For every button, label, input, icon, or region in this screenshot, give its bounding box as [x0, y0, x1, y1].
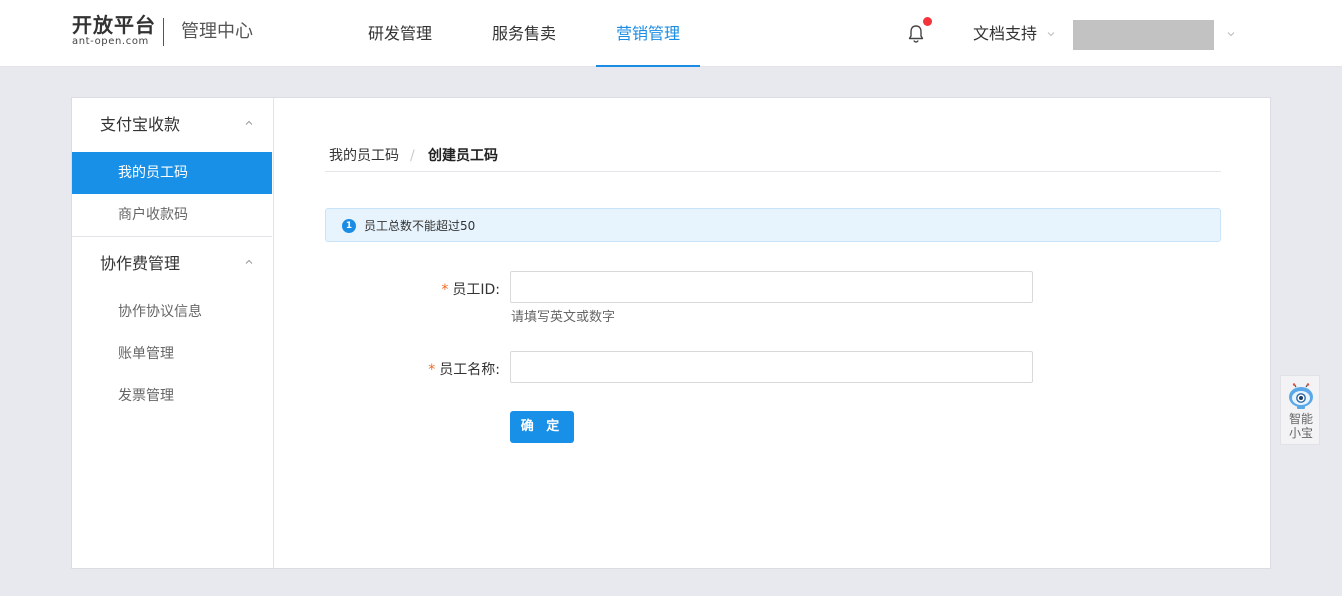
employee-id-label-text: 员工ID: [452, 282, 500, 298]
sidebar-group-collaboration-fees[interactable]: 协作费管理 [72, 237, 272, 291]
logo-divider [163, 18, 164, 46]
employee-name-label: * 员工名称: [320, 360, 500, 380]
info-alert: 1 员工总数不能超过50 [325, 208, 1221, 242]
alert-text: 员工总数不能超过50 [364, 219, 476, 233]
sidebar: 支付宝收款 我的员工码 商户收款码 协作费管理 协作协议信息 账单管理 发票管理 [72, 98, 274, 568]
sidebar-item-my-employee-code[interactable]: 我的员工码 [72, 152, 272, 194]
docs-support-menu[interactable]: 文档支持 [973, 22, 1037, 46]
main-card: 支付宝收款 我的员工码 商户收款码 协作费管理 协作协议信息 账单管理 发票管理… [71, 97, 1271, 569]
user-account-redacted[interactable] [1073, 20, 1214, 50]
employee-name-input[interactable] [510, 351, 1033, 383]
logo[interactable]: 开放平台 ant-open.com [72, 14, 156, 48]
sidebar-item-merchant-payment-code[interactable]: 商户收款码 [72, 194, 272, 236]
required-mark: * [428, 362, 436, 378]
top-header: 开放平台 ant-open.com 管理中心 研发管理 服务售卖 营销管理 文档… [0, 0, 1342, 67]
breadcrumb-create-employee-code: 创建员工码 [428, 148, 498, 164]
assistant-label-line1: 智能 [1288, 412, 1313, 426]
logo-domain: ant-open.com [72, 36, 149, 47]
required-mark: * [441, 282, 449, 298]
assistant-label-line2: 小宝 [1288, 426, 1313, 440]
nav-service-sales[interactable]: 服务售卖 [476, 0, 572, 67]
breadcrumb: 我的员工码 / 创建员工码 [325, 138, 1221, 172]
bell-icon[interactable] [904, 22, 928, 46]
sidebar-item-agreement-info[interactable]: 协作协议信息 [72, 291, 272, 333]
employee-name-label-text: 员工名称: [439, 362, 500, 378]
chevron-up-icon [245, 120, 253, 125]
breadcrumb-my-employee-code[interactable]: 我的员工码 [329, 146, 399, 166]
employee-id-label: * 员工ID: [320, 280, 500, 300]
admin-center-title: 管理中心 [181, 21, 253, 42]
sidebar-group-alipay-collection[interactable]: 支付宝收款 [72, 98, 272, 152]
chevron-up-icon [245, 259, 253, 264]
confirm-button[interactable]: 确 定 [510, 411, 574, 443]
chevron-down-icon [1047, 32, 1055, 37]
nav-rd-management[interactable]: 研发管理 [352, 0, 448, 67]
sidebar-group-title: 协作费管理 [100, 254, 181, 273]
sidebar-item-billing[interactable]: 账单管理 [72, 333, 272, 375]
notification-badge [923, 17, 932, 26]
logo-title: 开放平台 [72, 13, 156, 37]
robot-icon [1289, 383, 1313, 409]
chevron-down-icon[interactable] [1226, 29, 1236, 39]
nav-marketing-management[interactable]: 营销管理 [596, 0, 700, 67]
breadcrumb-separator: / [410, 148, 415, 164]
employee-id-help: 请填写英文或数字 [511, 310, 616, 325]
assistant-label: 智能 小宝 [1281, 412, 1321, 440]
sidebar-item-invoices[interactable]: 发票管理 [72, 375, 272, 417]
smart-assistant-widget[interactable]: 智能 小宝 [1280, 375, 1320, 445]
sidebar-group-title: 支付宝收款 [100, 115, 181, 134]
employee-id-input[interactable] [510, 271, 1033, 303]
info-icon: 1 [342, 219, 356, 233]
content-area: 我的员工码 / 创建员工码 1 员工总数不能超过50 * 员工ID: 请填写英文或… [274, 98, 1270, 568]
